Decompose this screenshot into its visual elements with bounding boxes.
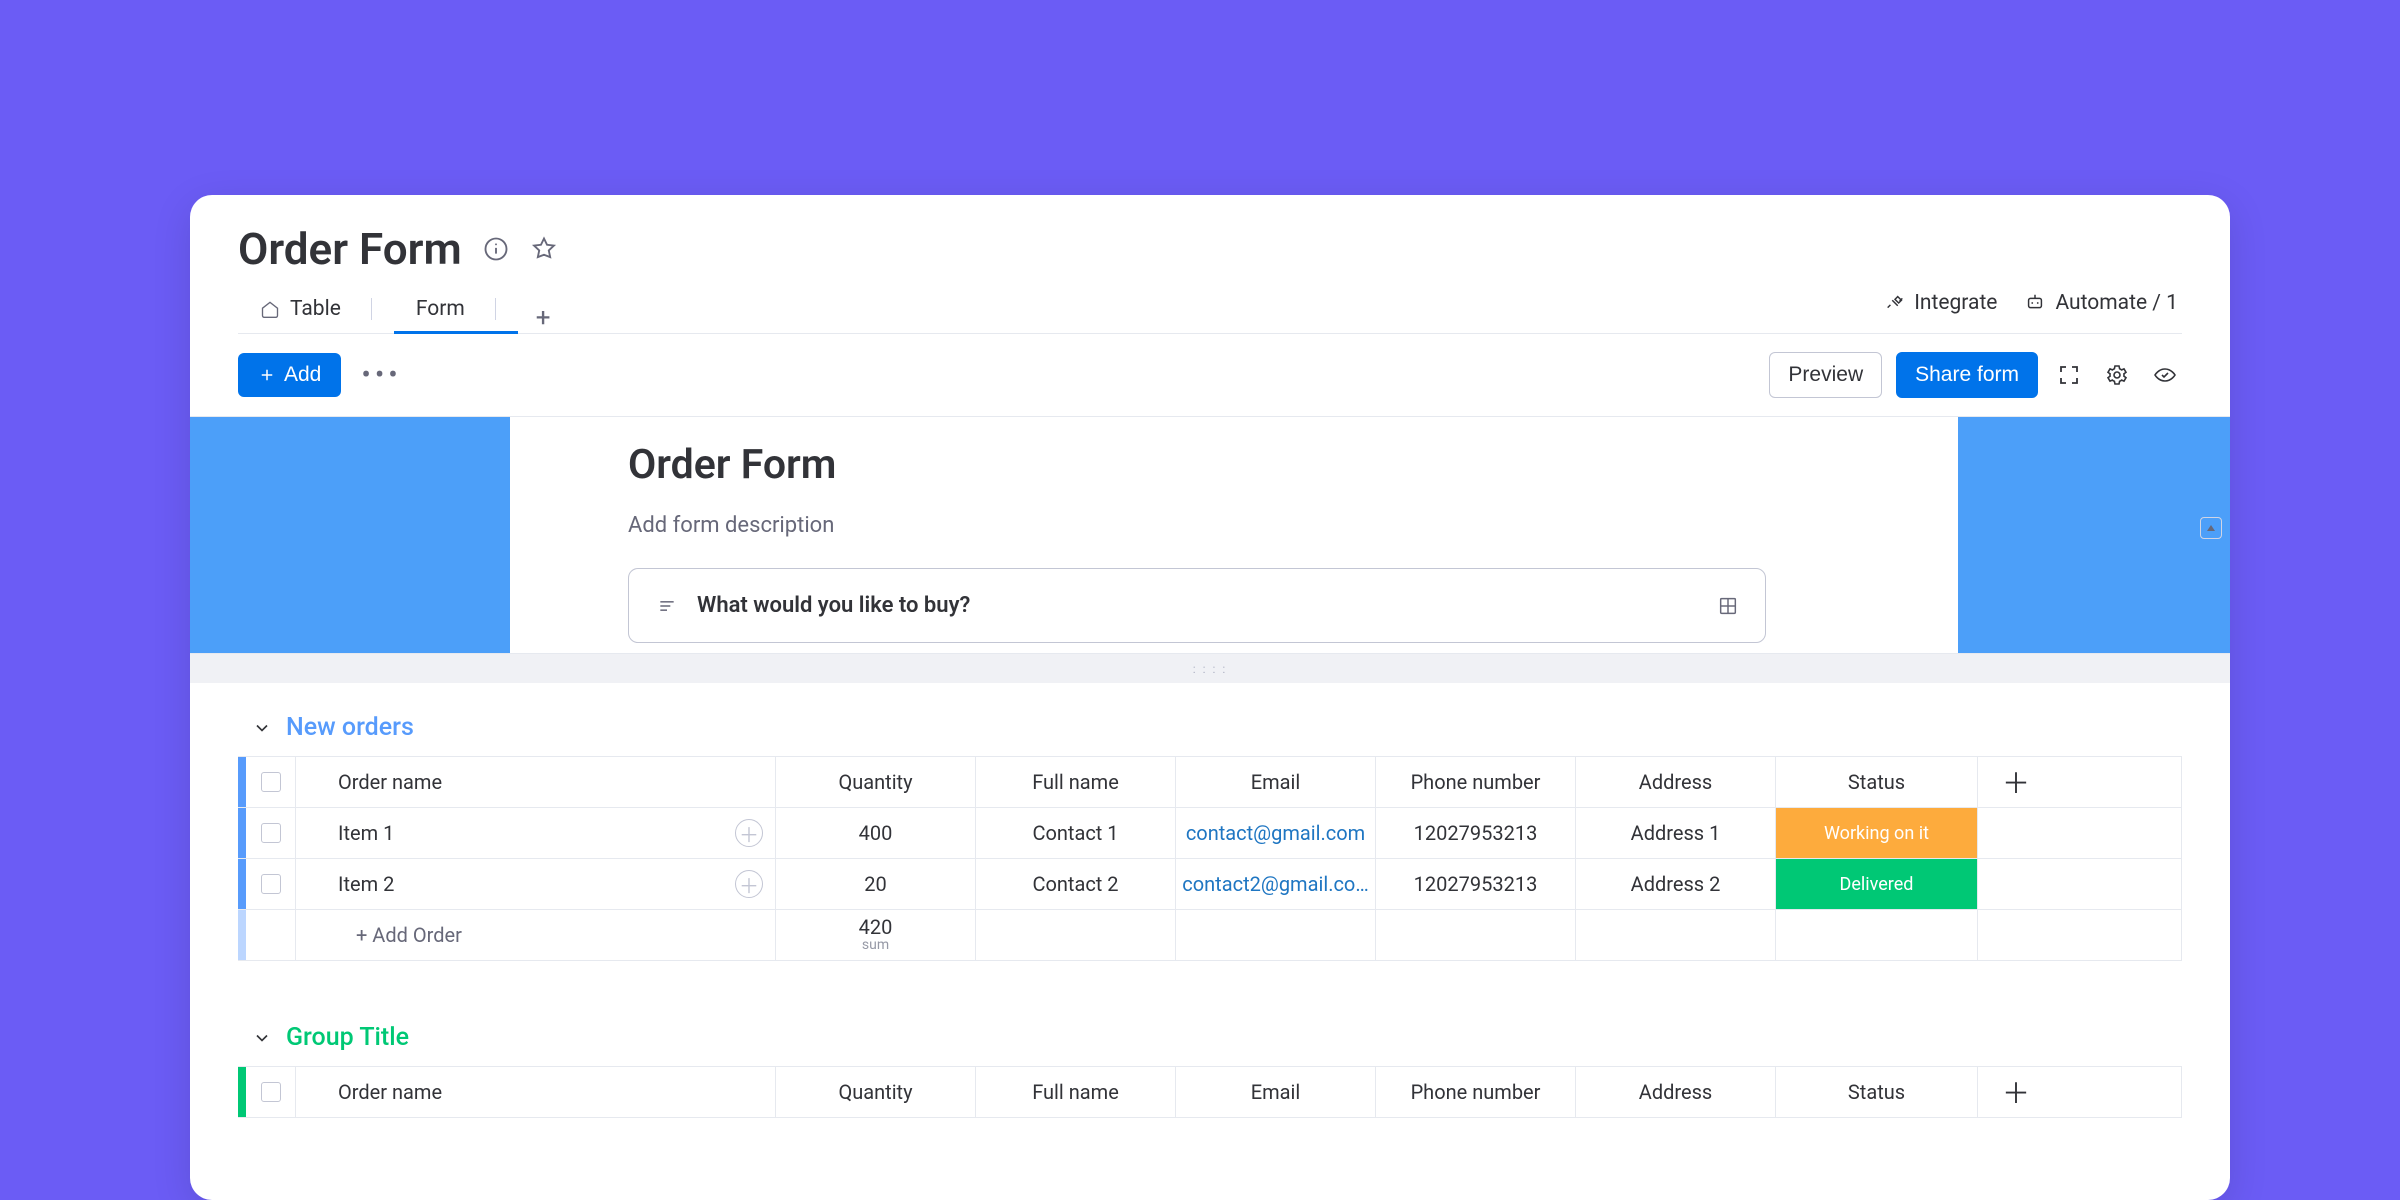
chevron-down-icon bbox=[252, 1028, 272, 1048]
cell-address[interactable]: Address 1 bbox=[1576, 808, 1776, 858]
form-header-image-left bbox=[190, 417, 510, 653]
automate-label: Automate / 1 bbox=[2055, 291, 2178, 315]
more-options-button[interactable]: ••• bbox=[361, 361, 401, 389]
col-phone[interactable]: Phone number bbox=[1376, 1067, 1576, 1117]
preview-button[interactable]: Preview bbox=[1769, 352, 1882, 398]
cell-quantity[interactable]: 20 bbox=[776, 859, 976, 909]
col-order-name[interactable]: Order name bbox=[296, 757, 776, 807]
group-toggle[interactable]: New orders bbox=[238, 713, 2182, 742]
cell-full-name[interactable]: Contact 2 bbox=[976, 859, 1176, 909]
tab-label: Table bbox=[290, 297, 341, 321]
add-column-button[interactable]: ＋ bbox=[1978, 757, 2054, 807]
orders-table: Order name Quantity Full name Email Phon… bbox=[238, 1066, 2182, 1118]
col-full-name[interactable]: Full name bbox=[976, 757, 1176, 807]
sum-label: sum bbox=[862, 938, 889, 953]
cell-quantity[interactable]: 400 bbox=[776, 808, 976, 858]
col-quantity[interactable]: Quantity bbox=[776, 757, 976, 807]
chevron-down-icon bbox=[252, 718, 272, 738]
table-summary-row: + Add Order 420sum bbox=[238, 910, 2181, 960]
group-toggle[interactable]: Group Title bbox=[238, 1023, 2182, 1052]
integrate-label: Integrate bbox=[1914, 291, 1997, 315]
integrate-button[interactable]: Integrate bbox=[1884, 291, 1997, 315]
sum-value: 420 bbox=[859, 916, 893, 938]
open-item-icon[interactable]: ＋ bbox=[735, 819, 763, 847]
cell-address[interactable]: Address 2 bbox=[1576, 859, 1776, 909]
table-row[interactable]: Item 2＋ 20 Contact 2 contact2@gmail.co… … bbox=[238, 859, 2181, 910]
col-email[interactable]: Email bbox=[1176, 757, 1376, 807]
select-all-checkbox[interactable] bbox=[246, 1067, 296, 1117]
row-checkbox[interactable] bbox=[246, 859, 296, 909]
col-quantity[interactable]: Quantity bbox=[776, 1067, 976, 1117]
page-title: Order Form bbox=[238, 223, 462, 275]
table-header-row: Order name Quantity Full name Email Phon… bbox=[238, 1067, 2181, 1117]
cell-email[interactable]: contact2@gmail.co… bbox=[1176, 859, 1376, 909]
group-title[interactable]: Group Title bbox=[286, 1023, 409, 1052]
grid-icon[interactable] bbox=[1717, 595, 1739, 617]
col-order-name[interactable]: Order name bbox=[296, 1067, 776, 1117]
info-icon[interactable] bbox=[482, 235, 510, 263]
expand-icon[interactable] bbox=[2052, 358, 2086, 392]
tab-table[interactable]: Table bbox=[238, 285, 394, 333]
tab-form[interactable]: Form bbox=[394, 285, 518, 333]
cell-phone[interactable]: 12027953213 bbox=[1376, 808, 1576, 858]
plus-icon bbox=[258, 366, 276, 384]
col-phone[interactable]: Phone number bbox=[1376, 757, 1576, 807]
share-form-button[interactable]: Share form bbox=[1896, 352, 2038, 398]
cell-email[interactable]: contact@gmail.com bbox=[1176, 808, 1376, 858]
col-status[interactable]: Status bbox=[1776, 1067, 1978, 1117]
table-header-row: Order name Quantity Full name Email Phon… bbox=[238, 757, 2181, 808]
automate-button[interactable]: Automate / 1 bbox=[2023, 291, 2178, 315]
open-item-icon[interactable]: ＋ bbox=[735, 870, 763, 898]
col-email[interactable]: Email bbox=[1176, 1067, 1376, 1117]
col-status[interactable]: Status bbox=[1776, 757, 1978, 807]
caret-up-icon[interactable] bbox=[2200, 517, 2222, 539]
drag-handle[interactable]: : : : : bbox=[190, 653, 2230, 683]
form-title[interactable]: Order Form bbox=[628, 441, 1926, 489]
col-full-name[interactable]: Full name bbox=[976, 1067, 1176, 1117]
group-title[interactable]: New orders bbox=[286, 713, 414, 742]
table-row[interactable]: Item 1＋ 400 Contact 1 contact@gmail.com … bbox=[238, 808, 2181, 859]
tab-label: Form bbox=[416, 297, 465, 321]
cell-status[interactable]: Delivered bbox=[1776, 859, 1978, 909]
cell-phone[interactable]: 12027953213 bbox=[1376, 859, 1576, 909]
tab-list: Table Form + bbox=[238, 285, 569, 333]
add-button[interactable]: Add bbox=[238, 353, 341, 397]
cell-order-name[interactable]: Item 2＋ bbox=[296, 859, 776, 909]
orders-table: Order name Quantity Full name Email Phon… bbox=[238, 756, 2182, 961]
eye-with-check-icon[interactable] bbox=[2148, 358, 2182, 392]
form-description[interactable]: Add form description bbox=[628, 513, 1926, 538]
form-question-text: What would you like to buy? bbox=[697, 593, 970, 618]
row-checkbox[interactable] bbox=[246, 808, 296, 858]
add-row-button[interactable]: + Add Order bbox=[296, 910, 776, 960]
robot-icon bbox=[2023, 292, 2047, 314]
home-icon bbox=[260, 299, 280, 319]
cell-order-name[interactable]: Item 1＋ bbox=[296, 808, 776, 858]
add-column-button[interactable]: ＋ bbox=[1978, 1067, 2054, 1117]
col-address[interactable]: Address bbox=[1576, 1067, 1776, 1117]
form-header-image-right bbox=[1958, 417, 2230, 653]
form-question-card[interactable]: What would you like to buy? bbox=[628, 568, 1766, 643]
star-icon[interactable] bbox=[530, 235, 558, 263]
cell-status[interactable]: Working on it bbox=[1776, 808, 1978, 858]
text-field-icon bbox=[655, 596, 679, 616]
add-label: Add bbox=[284, 363, 321, 387]
plug-icon bbox=[1884, 292, 1906, 314]
col-address[interactable]: Address bbox=[1576, 757, 1776, 807]
add-view-button[interactable]: + bbox=[518, 303, 569, 333]
cell-full-name[interactable]: Contact 1 bbox=[976, 808, 1176, 858]
select-all-checkbox[interactable] bbox=[246, 757, 296, 807]
gear-icon[interactable] bbox=[2100, 358, 2134, 392]
